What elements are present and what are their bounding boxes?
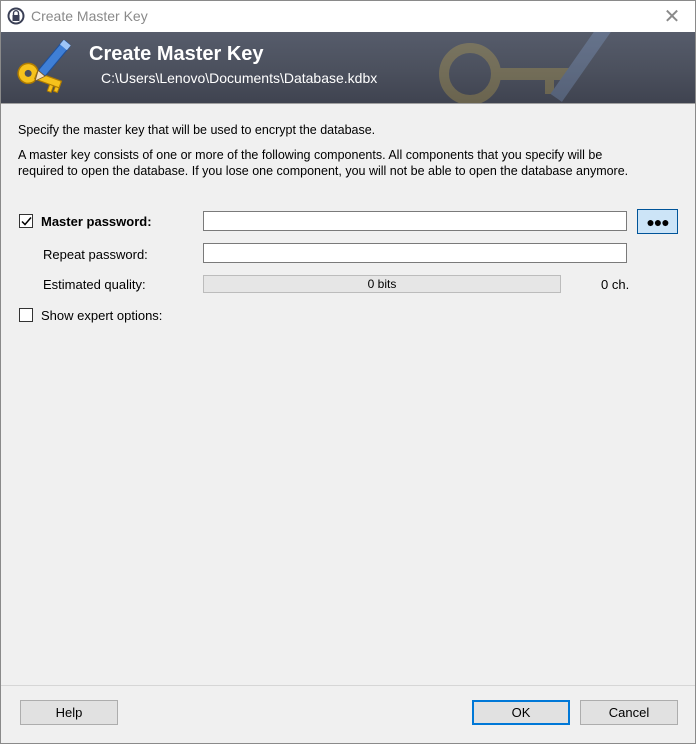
database-path: C:\Users\Lenovo\Documents\Database.kdbx [101, 70, 378, 86]
banner-title: Create Master Key [89, 43, 264, 65]
master-password-checkbox[interactable] [19, 214, 33, 228]
cancel-button[interactable]: Cancel [580, 700, 678, 725]
help-button[interactable]: Help [20, 700, 118, 725]
footer-separator [1, 685, 695, 686]
repeat-password-input[interactable] [203, 243, 627, 263]
components-text-line1: A master key consists of one or more of … [18, 148, 603, 162]
expert-options-checkbox[interactable] [19, 308, 33, 322]
estimated-quality-label: Estimated quality: [43, 277, 146, 292]
master-password-label[interactable]: Master password: [41, 214, 152, 229]
banner-separator [1, 103, 695, 104]
repeat-password-label: Repeat password: [43, 247, 148, 262]
key-and-pen-icon [17, 40, 71, 94]
quality-bits-text: 0 bits [367, 277, 397, 291]
show-password-toggle-button[interactable]: ●●● [637, 209, 678, 234]
intro-text: Specify the master key that will be used… [18, 123, 376, 137]
character-count: 0 ch. [601, 277, 630, 292]
components-text-line2: required to open the database. If you lo… [18, 164, 629, 178]
expert-options-label[interactable]: Show expert options: [41, 308, 162, 323]
quality-progress-bar: 0 bits [203, 275, 561, 293]
ok-button[interactable]: OK [472, 700, 570, 725]
title-bar: Create Master Key ✕ [1, 1, 695, 32]
create-master-key-dialog: Create Master Key ✕ Create Master Key C:… [0, 0, 696, 744]
keepass-lock-icon [7, 7, 25, 25]
window-title: Create Master Key [31, 8, 148, 24]
checkmark-icon [21, 217, 32, 226]
banner-watermark-icon [439, 32, 614, 103]
close-button[interactable]: ✕ [649, 1, 695, 32]
master-password-input[interactable] [203, 211, 627, 231]
header-banner: Create Master Key C:\Users\Lenovo\Docume… [1, 32, 695, 103]
